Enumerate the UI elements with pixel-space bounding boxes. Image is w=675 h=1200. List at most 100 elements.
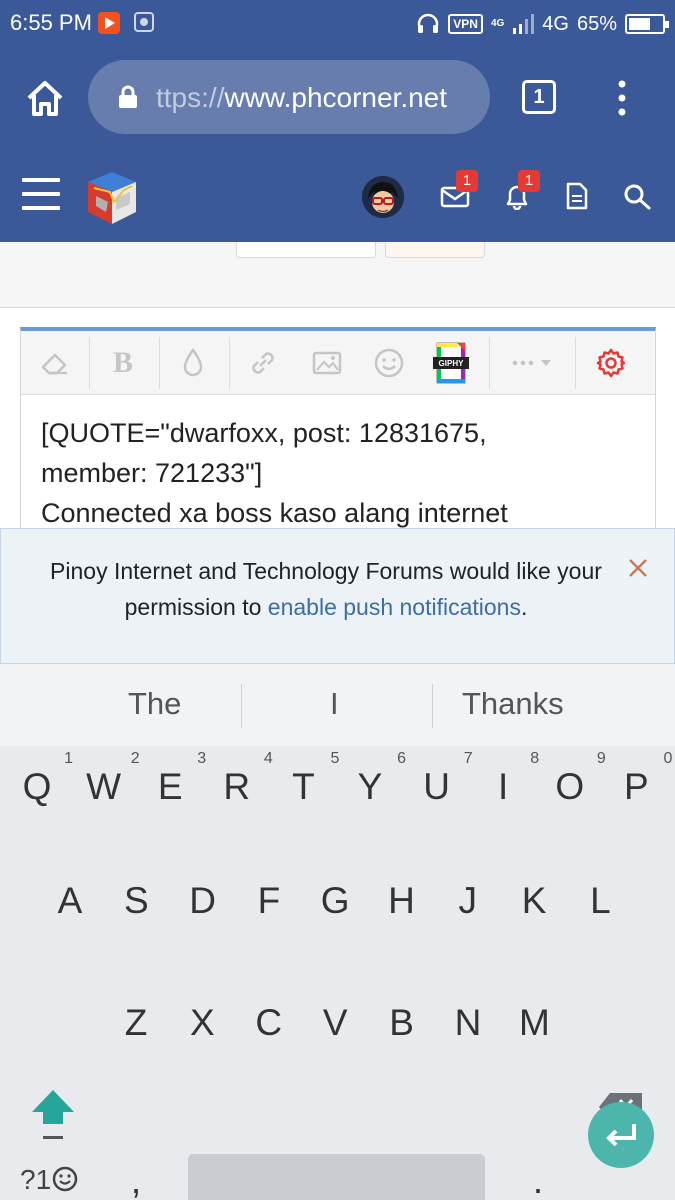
row1-key-label: Q <box>22 766 52 807</box>
network-type: 4G <box>542 12 569 35</box>
editor-line-3: Connected xa boss kaso alang internet <box>41 498 508 528</box>
tab-switcher-button[interactable]: 1 <box>522 80 556 114</box>
row1-key-5[interactable]: Y6 <box>340 750 406 808</box>
editor-toolbar: B GIPHY <box>21 331 655 395</box>
battery-fill <box>629 18 650 30</box>
row1-key-7[interactable]: I8 <box>473 750 539 808</box>
vpn-indicator: VPN <box>448 14 483 34</box>
color-drop-icon[interactable] <box>163 337 223 389</box>
home-icon[interactable] <box>24 78 66 120</box>
app-notification-icon <box>134 12 154 32</box>
push-notice-text: Pinoy Internet and Technology Forums wou… <box>21 553 631 625</box>
video-app-icon <box>98 12 120 34</box>
symbols-key[interactable]: ?1 <box>20 1164 79 1196</box>
row2-key-3[interactable]: F <box>239 880 299 922</box>
enter-key[interactable] <box>588 1102 654 1168</box>
eraser-icon[interactable] <box>25 337 85 389</box>
page-button-partial[interactable] <box>236 242 376 258</box>
push-notice-period: . <box>520 594 528 620</box>
row2-key-label: F <box>257 880 281 921</box>
row2-key-7[interactable]: K <box>504 880 564 922</box>
key-number-hint: 9 <box>596 750 606 767</box>
period-key[interactable]: . <box>508 1160 568 1200</box>
suggestion-3[interactable]: Thanks <box>462 686 564 722</box>
url-domain: www.phcorner.net <box>224 82 448 113</box>
row3-key-label: X <box>190 1002 215 1043</box>
row3-key-3[interactable]: V <box>305 1002 365 1044</box>
row2-key-1[interactable]: S <box>106 880 166 922</box>
row1-key-label: R <box>223 766 251 807</box>
browser-toolbar: ttps://www.phcorner.net 1 <box>0 48 675 148</box>
settings-gear-icon[interactable] <box>581 337 641 389</box>
row2-key-0[interactable]: A <box>40 880 100 922</box>
bold-icon[interactable]: B <box>93 337 153 389</box>
close-icon[interactable] <box>625 555 651 581</box>
editor-content[interactable]: [QUOTE="dwarfoxx, post: 12831675, member… <box>41 413 508 533</box>
document-icon[interactable] <box>562 182 592 210</box>
row3-key-label: Z <box>124 1002 148 1043</box>
hamburger-menu-icon[interactable] <box>22 178 60 210</box>
row1-key-9[interactable]: P0 <box>606 750 672 808</box>
alerts-badge: 1 <box>518 170 540 192</box>
row3-key-2[interactable]: C <box>239 1002 299 1044</box>
smiley-icon[interactable] <box>359 337 419 389</box>
row3-key-0[interactable]: Z <box>106 1002 166 1044</box>
row3-key-4[interactable]: B <box>372 1002 432 1044</box>
row2-key-label: L <box>590 880 611 921</box>
row3-key-label: V <box>322 1002 348 1043</box>
editor-line-1: [QUOTE="dwarfoxx, post: 12831675, <box>41 418 487 448</box>
search-icon[interactable] <box>622 182 652 210</box>
row2-key-8[interactable]: L <box>570 880 630 922</box>
row2-key-label: D <box>189 880 216 921</box>
battery-percent: 65% <box>576 12 617 35</box>
row2-key-label: J <box>458 880 478 921</box>
space-bar[interactable] <box>188 1154 485 1200</box>
signal-icon <box>513 14 535 34</box>
row3-key-6[interactable]: M <box>504 1002 564 1044</box>
row2-key-label: K <box>521 880 547 921</box>
row2-key-label: G <box>320 880 350 921</box>
url-scheme: ttps:// <box>156 82 225 113</box>
link-icon[interactable] <box>233 337 293 389</box>
overflow-menu-icon[interactable] <box>612 78 632 118</box>
url-text[interactable]: ttps://www.phcorner.net <box>156 82 476 114</box>
row2-key-4[interactable]: G <box>305 880 365 922</box>
row3-key-label: M <box>518 1002 550 1043</box>
row2-key-label: A <box>57 880 83 921</box>
suggestion-2[interactable]: I <box>330 686 339 722</box>
row3-key-5[interactable]: N <box>438 1002 498 1044</box>
emoji-icon <box>52 1166 78 1192</box>
shift-key-icon[interactable] <box>30 1086 76 1140</box>
messages-badge: 1 <box>456 170 478 192</box>
user-avatar[interactable] <box>362 176 404 218</box>
suggestion-1[interactable]: The <box>128 686 181 722</box>
row2-key-6[interactable]: J <box>438 880 498 922</box>
row1-key-1[interactable]: W2 <box>74 750 139 808</box>
row2-key-2[interactable]: D <box>173 880 233 922</box>
site-logo[interactable] <box>84 168 140 226</box>
row1-key-6[interactable]: U7 <box>407 750 472 808</box>
row1-key-4[interactable]: T5 <box>273 750 339 808</box>
address-bar[interactable]: ttps://www.phcorner.net <box>88 60 490 134</box>
row1-key-8[interactable]: O9 <box>540 750 605 808</box>
more-options-icon[interactable] <box>493 337 573 389</box>
reply-editor[interactable]: B GIPHY [QUOTE="dwarfoxx, post: 12831675… <box>20 327 656 537</box>
row3-key-1[interactable]: X <box>172 1002 232 1044</box>
key-number-hint: 2 <box>130 750 140 767</box>
row2-key-5[interactable]: H <box>372 880 432 922</box>
giphy-icon[interactable]: GIPHY <box>421 337 481 389</box>
key-number-hint: 8 <box>530 750 540 767</box>
row1-key-3[interactable]: R4 <box>207 750 272 808</box>
row1-key-label: Y <box>357 766 383 807</box>
image-icon[interactable] <box>297 337 357 389</box>
row1-key-0[interactable]: Q1 <box>7 750 73 808</box>
enter-icon <box>606 1124 636 1147</box>
comma-key[interactable]: , <box>106 1160 166 1200</box>
enable-push-link[interactable]: enable push notifications <box>268 594 521 620</box>
key-number-hint: 1 <box>64 750 73 767</box>
row1-key-label: W <box>86 766 122 807</box>
row1-key-2[interactable]: E3 <box>140 750 206 808</box>
key-number-hint: 6 <box>397 750 406 767</box>
page-button-partial-2[interactable] <box>385 242 485 258</box>
key-number-hint: 0 <box>663 750 673 767</box>
